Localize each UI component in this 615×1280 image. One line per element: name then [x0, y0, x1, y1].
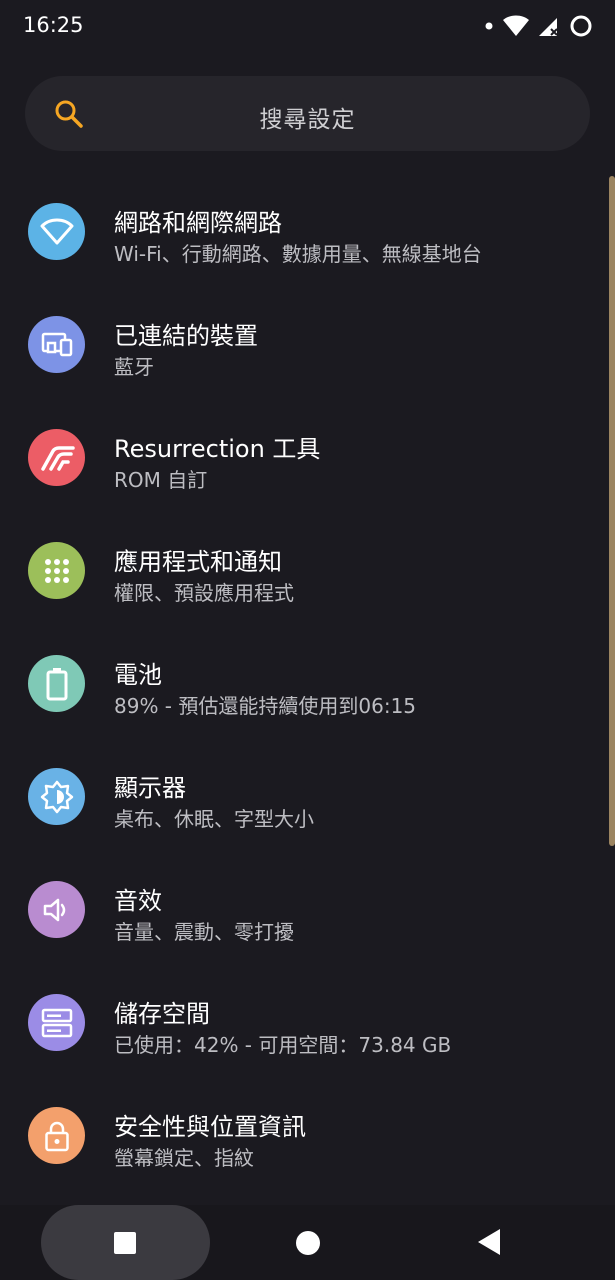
settings-item-security-location[interactable]: 安全性與位置資訊 螢幕鎖定、指紋	[0, 1069, 615, 1182]
icon-circle	[28, 655, 85, 712]
settings-item-subtitle: 音量、震動、零打擾	[114, 920, 294, 944]
brightness-icon	[40, 780, 73, 813]
settings-item-title: 應用程式和通知	[114, 548, 282, 576]
settings-item-subtitle: Wi-Fi、行動網路、數據用量、無線基地台	[114, 242, 482, 266]
settings-item-title: 安全性與位置資訊	[114, 1113, 306, 1141]
back-button[interactable]	[478, 1229, 500, 1255]
icon-circle	[28, 994, 85, 1051]
status-icons	[485, 13, 593, 39]
icon-circle	[28, 1107, 85, 1164]
devices-icon	[41, 332, 72, 356]
icon-circle	[28, 768, 85, 825]
apps-grid-icon	[44, 558, 69, 583]
settings-item-title: 音效	[114, 887, 162, 915]
resurrection-icon	[40, 445, 75, 471]
volume-icon	[43, 898, 65, 921]
notification-dot-icon	[485, 22, 493, 30]
settings-item-network[interactable]: 網路和網際網路 Wi-Fi、行動網路、數據用量、無線基地台	[0, 165, 615, 278]
cell-signal-icon	[539, 18, 558, 36]
status-bar: 16:25	[0, 0, 615, 52]
storage-icon	[41, 1008, 72, 1037]
icon-circle	[28, 542, 85, 599]
icon-circle	[28, 881, 85, 938]
navigation-bar	[0, 1205, 615, 1280]
settings-item-subtitle: ROM 自訂	[114, 468, 208, 492]
settings-item-title: 已連結的裝置	[114, 322, 258, 350]
settings-item-title: 網路和網際網路	[114, 209, 282, 237]
settings-item-title: Resurrection 工具	[114, 435, 321, 463]
recents-square-icon	[114, 1232, 136, 1254]
search-bar[interactable]: 搜尋設定	[25, 76, 590, 151]
settings-item-subtitle: 桌布、休眠、字型大小	[114, 807, 314, 831]
icon-circle	[28, 316, 85, 373]
icon-circle	[28, 429, 85, 486]
settings-item-title: 電池	[114, 661, 162, 689]
settings-item-display[interactable]: 顯示器 桌布、休眠、字型大小	[0, 730, 615, 843]
settings-item-connected-devices[interactable]: 已連結的裝置 藍牙	[0, 278, 615, 391]
search-placeholder: 搜尋設定	[259, 107, 356, 133]
battery-ring-icon	[570, 15, 592, 37]
lock-icon	[44, 1121, 69, 1151]
settings-item-apps-notifications[interactable]: 應用程式和通知 權限、預設應用程式	[0, 504, 615, 617]
icon-circle	[28, 203, 85, 260]
scrollbar[interactable]	[609, 176, 615, 846]
settings-item-sound[interactable]: 音效 音量、震動、零打擾	[0, 843, 615, 956]
home-button[interactable]	[296, 1231, 320, 1255]
status-time: 16:25	[23, 13, 84, 37]
wifi-icon	[40, 218, 73, 244]
settings-item-subtitle: 藍牙	[114, 355, 154, 379]
settings-item-subtitle: 螢幕鎖定、指紋	[114, 1146, 254, 1170]
settings-item-battery[interactable]: 電池 89% - 預估還能持續使用到06:15	[0, 617, 615, 730]
settings-item-title: 顯示器	[114, 774, 186, 802]
settings-item-title: 儲存空間	[114, 1000, 210, 1028]
battery-icon	[46, 667, 67, 700]
settings-list: 網路和網際網路 Wi-Fi、行動網路、數據用量、無線基地台 已連結的裝置 藍牙 …	[0, 165, 615, 1182]
settings-item-subtitle: 權限、預設應用程式	[114, 581, 294, 605]
settings-item-storage[interactable]: 儲存空間 已使用：42% - 可用空間：73.84 GB	[0, 956, 615, 1069]
wifi-signal-icon	[503, 15, 529, 36]
settings-item-subtitle: 89% - 預估還能持續使用到06:15	[114, 694, 417, 718]
settings-item-subtitle: 已使用：42% - 可用空間：73.84 GB	[114, 1033, 452, 1057]
settings-item-resurrection-tools[interactable]: Resurrection 工具 ROM 自訂	[0, 391, 615, 504]
